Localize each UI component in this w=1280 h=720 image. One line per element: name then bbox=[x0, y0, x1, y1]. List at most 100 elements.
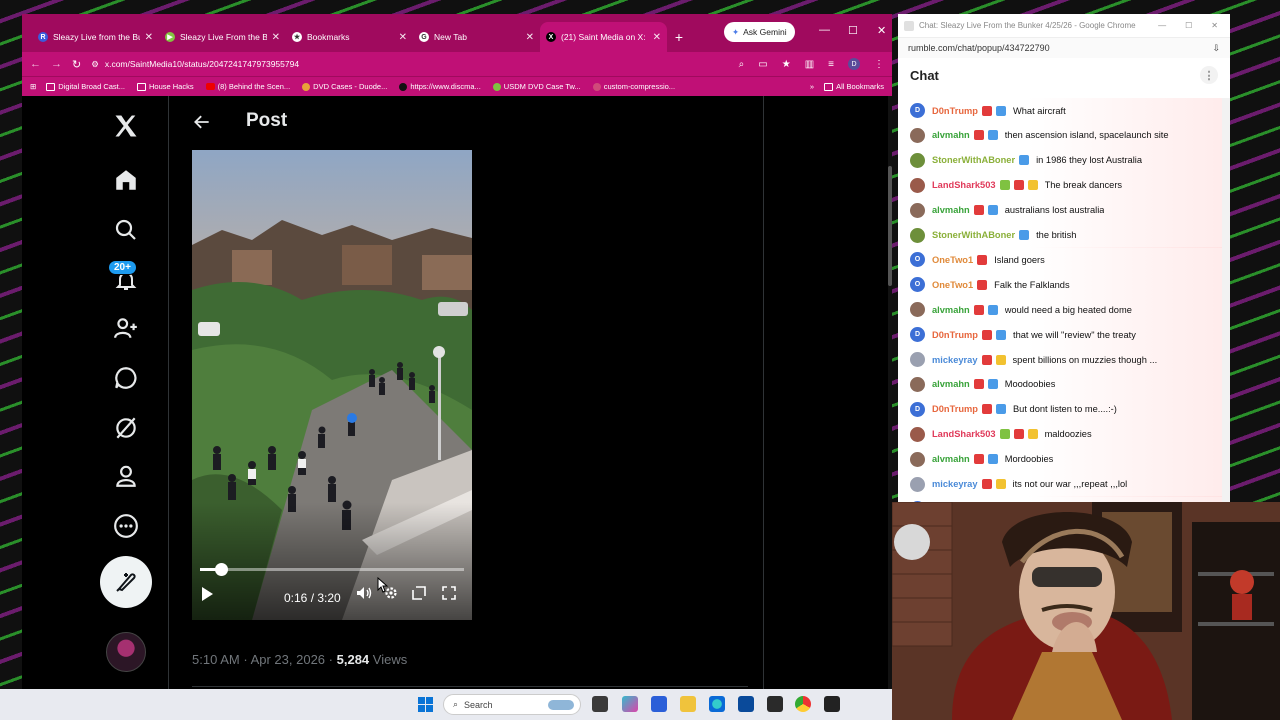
bookmark-item[interactable]: custom-compressio... bbox=[592, 82, 675, 91]
file-explorer-icon[interactable] bbox=[680, 696, 696, 712]
chat-username[interactable]: alvmahn bbox=[932, 305, 970, 315]
tab-close-icon[interactable]: ✕ bbox=[272, 32, 280, 43]
bookmark-item[interactable]: USDM DVD Case Tw... bbox=[492, 82, 581, 91]
chat-url[interactable]: rumble.com/chat/popup/434722790 bbox=[908, 43, 1050, 53]
account-avatar[interactable] bbox=[106, 632, 146, 672]
user-avatar[interactable] bbox=[910, 202, 925, 218]
more-icon[interactable] bbox=[102, 506, 150, 546]
profile-avatar[interactable]: D bbox=[848, 58, 860, 70]
post-time[interactable]: 5:10 AM bbox=[192, 652, 240, 667]
menu-icon[interactable]: ⋮ bbox=[874, 59, 884, 70]
chat-username[interactable]: alvmahn bbox=[932, 205, 970, 215]
app-icon[interactable] bbox=[651, 696, 667, 712]
chat-username[interactable]: D0nTrump bbox=[932, 330, 978, 340]
taskbar-search[interactable]: ⌕ Search bbox=[443, 694, 581, 715]
chat-username[interactable]: LandShark503 bbox=[932, 429, 996, 439]
chat-username[interactable]: OneTwo1 bbox=[932, 280, 973, 290]
x-logo-icon[interactable] bbox=[102, 106, 150, 146]
bookmark-item[interactable]: https://www.discma... bbox=[399, 82, 481, 91]
user-avatar[interactable]: O bbox=[910, 252, 925, 268]
tab-close-icon[interactable]: ✕ bbox=[145, 32, 153, 43]
chat-username[interactable]: mickeyray bbox=[932, 355, 978, 365]
ask-gemini-button[interactable]: ✦ Ask Gemini bbox=[724, 22, 795, 42]
chat-username[interactable]: alvmahn bbox=[932, 454, 970, 464]
cast-icon[interactable]: ▭ bbox=[758, 59, 767, 70]
copilot-icon[interactable] bbox=[622, 696, 638, 712]
url-field[interactable]: ⚙ x.com/SaintMedia10/status/204724174797… bbox=[91, 59, 728, 70]
user-avatar[interactable] bbox=[910, 177, 925, 193]
user-avatar[interactable] bbox=[910, 227, 925, 243]
edge-icon[interactable] bbox=[709, 696, 725, 712]
site-info-icon[interactable]: ⚙ bbox=[91, 59, 99, 70]
user-avatar[interactable] bbox=[910, 352, 925, 367]
bookmarks-overflow-icon[interactable]: » bbox=[810, 82, 814, 91]
chat-username[interactable]: mickeyray bbox=[932, 479, 978, 489]
task-view-icon[interactable] bbox=[592, 696, 608, 712]
chat-username[interactable]: alvmahn bbox=[932, 130, 970, 140]
kebab-menu-icon[interactable]: ⋮ bbox=[1200, 66, 1218, 84]
user-avatar[interactable] bbox=[910, 302, 925, 318]
tab-close-icon[interactable]: ✕ bbox=[399, 32, 407, 43]
sidepanel-icon[interactable]: ▥ bbox=[805, 59, 814, 70]
user-avatar[interactable]: D bbox=[910, 401, 925, 417]
messages-icon[interactable] bbox=[102, 358, 150, 398]
store-icon[interactable] bbox=[738, 696, 754, 712]
new-tab-button[interactable]: + bbox=[667, 22, 691, 52]
chat-username[interactable]: OneTwo1 bbox=[932, 255, 973, 265]
forward-nav-icon[interactable]: → bbox=[51, 58, 62, 70]
close-window-icon[interactable]: ✕ bbox=[1211, 21, 1218, 30]
search-icon[interactable] bbox=[102, 210, 150, 250]
minimize-icon[interactable]: — bbox=[819, 24, 830, 36]
chat-username[interactable]: D0nTrump bbox=[932, 106, 978, 116]
user-avatar[interactable]: O bbox=[910, 277, 925, 293]
all-bookmarks-folder[interactable]: All Bookmarks bbox=[824, 82, 884, 91]
scrollbar-thumb[interactable] bbox=[888, 166, 892, 286]
chat-scrollbar[interactable] bbox=[1222, 98, 1230, 502]
chat-username[interactable]: StonerWithABoner bbox=[932, 230, 1015, 240]
home-icon[interactable] bbox=[102, 160, 150, 200]
user-avatar[interactable] bbox=[910, 426, 925, 442]
volume-icon[interactable] bbox=[356, 586, 376, 612]
play-icon[interactable] bbox=[200, 586, 222, 612]
bookmark-item[interactable]: House Hacks bbox=[137, 82, 194, 91]
user-avatar[interactable] bbox=[910, 127, 925, 143]
zoom-icon[interactable]: ⌕ bbox=[739, 59, 745, 70]
tab-close-icon[interactable]: ✕ bbox=[653, 32, 661, 43]
user-avatar[interactable] bbox=[910, 451, 925, 467]
extensions-icon[interactable]: ≡ bbox=[828, 59, 834, 70]
compose-button[interactable] bbox=[100, 556, 152, 608]
chat-username[interactable]: alvmahn bbox=[932, 379, 970, 389]
minimize-icon[interactable]: — bbox=[1158, 21, 1166, 30]
reload-icon[interactable]: ↻ bbox=[72, 58, 81, 71]
apps-grid-icon[interactable]: ⊞ bbox=[30, 82, 36, 91]
browser-tab[interactable]: X (21) Saint Media on X: ✕ bbox=[540, 22, 667, 52]
back-nav-icon[interactable]: ← bbox=[30, 58, 41, 70]
user-avatar[interactable] bbox=[910, 152, 925, 168]
back-arrow-icon[interactable] bbox=[192, 112, 212, 137]
grok-icon[interactable] bbox=[102, 408, 150, 448]
maximize-icon[interactable]: ☐ bbox=[1185, 21, 1192, 30]
video-scrubber[interactable] bbox=[200, 563, 464, 576]
user-avatar[interactable] bbox=[910, 376, 925, 392]
pip-icon[interactable] bbox=[412, 586, 432, 612]
bookmark-item[interactable]: DVD Cases - Duode... bbox=[302, 82, 387, 91]
close-window-icon[interactable]: ✕ bbox=[877, 24, 886, 37]
chat-username[interactable]: StonerWithABoner bbox=[932, 155, 1015, 165]
app-icon[interactable] bbox=[824, 696, 840, 712]
browser-tab[interactable]: G New Tab ✕ bbox=[413, 22, 540, 52]
fullscreen-icon[interactable] bbox=[442, 586, 462, 612]
video-player[interactable]: 0:16 / 3:20 bbox=[192, 150, 472, 620]
browser-tab[interactable]: R Sleazy Live from the Bunker ✕ bbox=[32, 22, 159, 52]
browser-tab[interactable]: ▶ Sleazy Live From the Bunker ✕ bbox=[159, 22, 286, 52]
maximize-icon[interactable]: ☐ bbox=[848, 24, 858, 37]
browser-tab[interactable]: ★ Bookmarks ✕ bbox=[286, 22, 413, 52]
chat-username[interactable]: D0nTrump bbox=[932, 404, 978, 414]
windows-start-icon[interactable] bbox=[418, 697, 433, 712]
follow-icon[interactable] bbox=[102, 308, 150, 348]
post-date[interactable]: Apr 23, 2026 bbox=[251, 652, 325, 667]
download-icon[interactable]: ⇩ bbox=[1212, 43, 1220, 54]
profile-icon[interactable] bbox=[102, 456, 150, 496]
user-avatar[interactable]: D bbox=[910, 103, 925, 118]
user-avatar[interactable]: D bbox=[910, 327, 925, 343]
tab-close-icon[interactable]: ✕ bbox=[526, 32, 534, 43]
